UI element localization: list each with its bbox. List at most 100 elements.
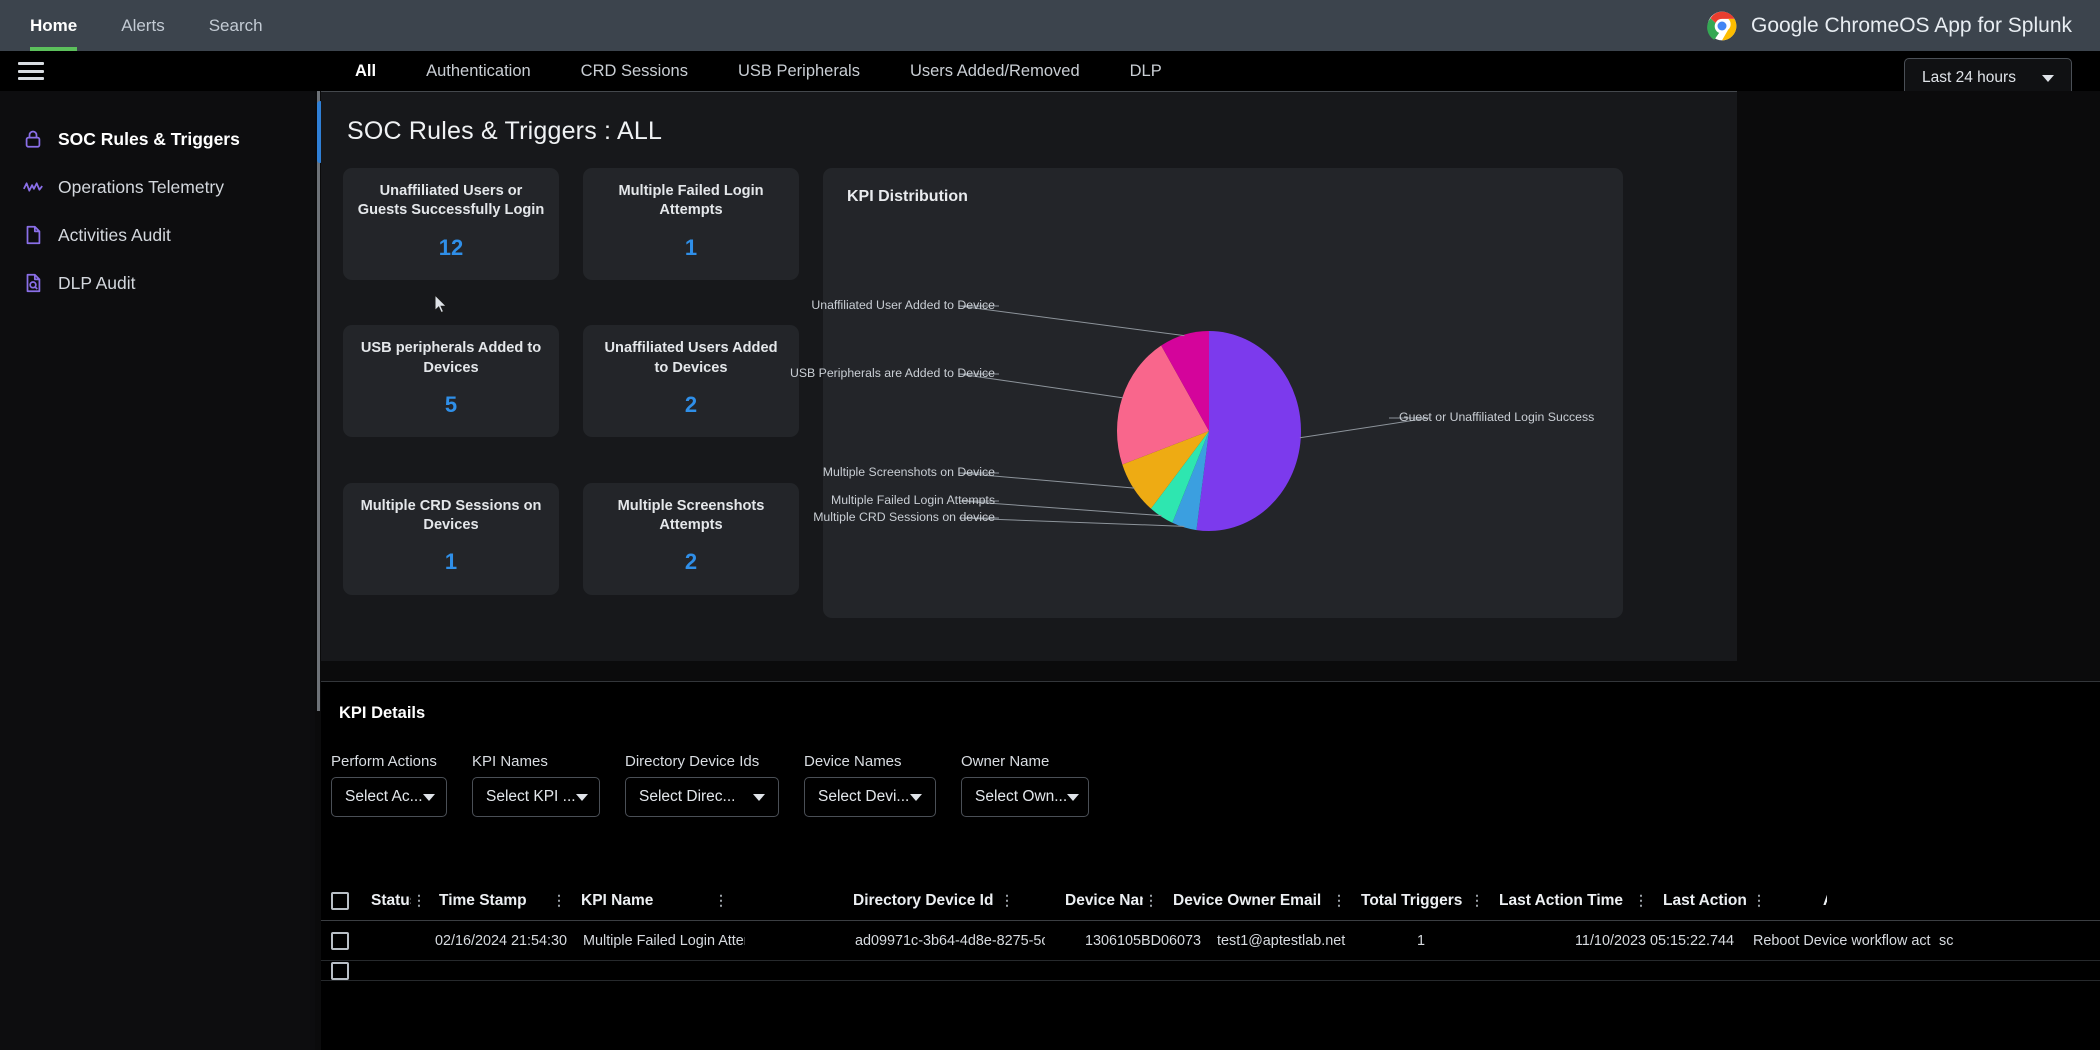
sidebar-item-activities-audit-label: Activities Audit (58, 224, 171, 245)
th-device-owner-email[interactable]: Device Owner Email (1159, 892, 1331, 910)
hamburger-menu-icon[interactable] (18, 60, 44, 82)
document-icon (26, 225, 41, 245)
tab-dlp[interactable]: DLP (1105, 51, 1187, 91)
kpi-card-title: USB peripherals Added to Devices (360, 340, 542, 376)
tab-crd-sessions-label: CRD Sessions (580, 61, 688, 80)
th-kpi-name[interactable]: KPI Name (567, 892, 713, 910)
kpi-details-panel: KPI Details Perform Actions Select Ac...… (321, 681, 2100, 1050)
tab-authentication[interactable]: Authentication (401, 51, 556, 91)
content-scrollbar-track[interactable] (317, 91, 323, 711)
sidebar-item-dlp-audit-label: DLP Audit (58, 272, 136, 293)
tab-crd-sessions[interactable]: CRD Sessions (556, 51, 713, 91)
sidebar-item-activities-audit[interactable]: Activities Audit (0, 211, 315, 259)
splunk-nav-home-label: Home (30, 15, 78, 35)
th-directory-device-id-menu-icon[interactable]: ⋮ (999, 892, 1015, 909)
splunk-global-nav: Home Alerts Search (0, 0, 285, 51)
kpi-names-value: Select KPI ... (486, 788, 576, 805)
kpi-details-table: Status ⋮ Time Stamp ⋮ KPI Name ⋮ Directo… (321, 881, 2100, 981)
cell-last-action-time: 11/10/2023 05:15:22.744 (1575, 932, 1734, 949)
cell-last-action: Reboot Device workflow action (1753, 932, 1931, 949)
kpi-card-title: Multiple CRD Sessions on Devices (360, 497, 542, 533)
cell-time-stamp: 02/16/2024 21:54:30 (435, 932, 568, 949)
table-row[interactable] (321, 961, 2100, 981)
th-total-triggers-menu-icon[interactable]: ⋮ (1469, 892, 1485, 909)
select-all-checkbox[interactable] (331, 891, 349, 910)
owner-name-select[interactable]: Select Own... (961, 777, 1089, 817)
splunk-nav-alerts-label: Alerts (121, 15, 165, 35)
kpi-names-select[interactable]: Select KPI ... (472, 777, 600, 817)
kpi-card-unaffiliated-users-added[interactable]: Unaffiliated Users Added to Devices 2 (583, 325, 799, 438)
time-range-value: Last 24 hours (1922, 69, 2016, 86)
kpi-card-unaffiliated-login[interactable]: Unaffiliated Users or Guests Successfull… (343, 168, 559, 280)
tab-dlp-label: DLP (1129, 61, 1162, 80)
pie-chart-svg[interactable] (823, 168, 1623, 618)
kpi-card-title: Unaffiliated Users or Guests Successfull… (357, 183, 545, 219)
kpi-card-value: 1 (444, 549, 458, 575)
th-directory-device-id[interactable]: Directory Device Id (729, 892, 999, 910)
kpi-card-value: 2 (684, 391, 698, 417)
app-brand: Google ChromeOS App for Splunk (1707, 0, 2072, 51)
row-select-checkbox[interactable] (331, 931, 349, 950)
splunk-nav-search[interactable]: Search (187, 0, 285, 51)
splunk-nav-home[interactable]: Home (8, 0, 99, 51)
th-last-action[interactable]: Last Action (1649, 892, 1751, 910)
th-last-action-menu-icon[interactable]: ⋮ (1751, 892, 1767, 909)
tab-users-added-removed[interactable]: Users Added/Removed (885, 51, 1105, 91)
th-time-stamp[interactable]: Time Stamp (427, 892, 551, 910)
th-status[interactable]: Status (349, 892, 411, 910)
splunk-nav-search-label: Search (208, 15, 263, 35)
kpi-card-multiple-crd-sessions[interactable]: Multiple CRD Sessions on Devices 1 (343, 482, 559, 595)
kpi-distribution-chart-card: KPI Distribution Guest or Unaffiliated L… (790, 168, 1623, 618)
chevron-down-icon (753, 793, 765, 801)
th-last-action-time[interactable]: Last Action Time (1485, 892, 1633, 910)
app-tab-bar: All Authentication CRD Sessions USB Peri… (0, 51, 2100, 95)
filter-label: Device Names (804, 753, 902, 770)
cell-device-owner-email: test1@aptestlab.net (1217, 932, 1346, 949)
kpi-card-usb-peripherals-added[interactable]: USB peripherals Added to Devices 5 (343, 325, 559, 438)
pulse-icon (23, 182, 43, 192)
kpi-card-grid: Unaffiliated Users or Guests Successfull… (343, 168, 799, 618)
perform-actions-select[interactable]: Select Ac... (331, 777, 447, 817)
kpi-card-title: Multiple Screenshots Attempts (617, 497, 765, 533)
splunk-nav-alerts[interactable]: Alerts (99, 0, 186, 51)
device-names-select[interactable]: Select Devi... (804, 777, 936, 817)
sidebar-item-soc-rules-triggers[interactable]: SOC Rules & Triggers (0, 115, 315, 163)
hamburger-line (18, 77, 44, 80)
th-total-triggers[interactable]: Total Triggers (1347, 892, 1469, 910)
sidebar-item-dlp-audit[interactable]: DLP Audit (0, 259, 315, 307)
app-brand-label: Google ChromeOS App for Splunk (1750, 13, 2072, 37)
th-device-name[interactable]: Device Name (1015, 892, 1143, 910)
page-title: SOC Rules & Triggers : ALL (347, 117, 663, 145)
pie-label-usb-peripherals: USB Peripherals are Added to Device (789, 366, 995, 380)
kpi-card-multiple-screenshots[interactable]: Multiple Screenshots Attempts 2 (583, 482, 799, 595)
pie-label-failed-login: Multiple Failed Login Attempts (830, 493, 995, 507)
table-row[interactable]: 02/16/2024 21:54:30 Multiple Failed Logi… (321, 921, 2100, 961)
kpi-card-multiple-failed-login[interactable]: Multiple Failed Login Attempts 1 (583, 168, 799, 280)
th-device-name-menu-icon[interactable]: ⋮ (1143, 892, 1159, 909)
filter-label: Owner Name (961, 753, 1050, 770)
sidebar-item-operations-telemetry-label: Operations Telemetry (58, 176, 225, 197)
row-select-checkbox[interactable] (331, 961, 349, 980)
soc-panel-body: Unaffiliated Users or Guests Successfull… (321, 146, 1737, 618)
th-time-stamp-menu-icon[interactable]: ⋮ (551, 892, 567, 909)
chevron-down-icon (2041, 74, 2054, 82)
pie-label-unaffiliated-user-added: Unaffiliated User Added to Device (811, 298, 995, 312)
kpi-card-value: 5 (444, 391, 458, 417)
tab-usb-peripherals[interactable]: USB Peripherals (713, 51, 885, 91)
tab-usb-peripherals-label: USB Peripherals (737, 61, 860, 80)
sidebar-item-operations-telemetry[interactable]: Operations Telemetry (0, 163, 315, 211)
pie-slice[interactable] (1196, 331, 1301, 531)
directory-device-ids-select[interactable]: Select Direc... (625, 777, 779, 817)
kpi-card-value: 12 (438, 234, 464, 260)
th-status-menu-icon[interactable]: ⋮ (411, 892, 427, 909)
th-device-owner-email-menu-icon[interactable]: ⋮ (1331, 892, 1347, 909)
th-last-action-time-menu-icon[interactable]: ⋮ (1633, 892, 1649, 909)
owner-name-value: Select Own... (975, 788, 1068, 805)
pie-label-screenshots: Multiple Screenshots on Device (822, 465, 995, 479)
kpi-card-title: Unaffiliated Users Added to Devices (604, 340, 778, 376)
th-action-truncated[interactable]: A (1767, 892, 1827, 910)
cell-directory-device-id: ad09971c-3b64-4d8e-8275-5c7f5d8004e3 (855, 932, 1045, 949)
tab-all[interactable]: All (330, 51, 401, 95)
th-kpi-name-menu-icon[interactable]: ⋮ (713, 892, 729, 909)
kpi-card-value: 1 (684, 234, 698, 260)
